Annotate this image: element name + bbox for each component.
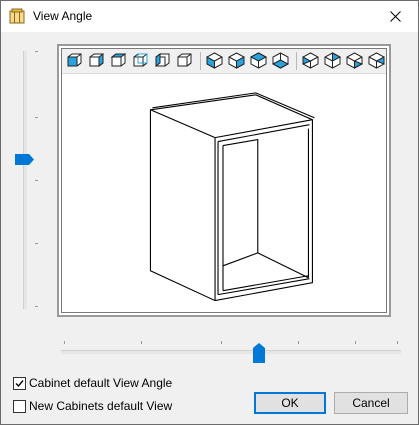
slider-tick	[397, 341, 398, 344]
checkmark-icon	[15, 379, 24, 387]
cabinet-preview	[57, 44, 391, 317]
view-right-icon[interactable]	[176, 52, 193, 69]
vertical-angle-slider[interactable]	[15, 39, 38, 319]
slider-tick	[141, 341, 142, 344]
close-button[interactable]	[373, 1, 418, 32]
slider-tick	[221, 341, 222, 344]
slider-tick	[355, 341, 356, 344]
cabinet-default-label: Cabinet default View Angle	[29, 376, 173, 390]
ok-button[interactable]: OK	[254, 392, 326, 414]
close-icon	[390, 11, 401, 22]
cabinet-default-checkbox[interactable]	[13, 376, 26, 390]
slider-tick	[298, 341, 299, 344]
slider-tick	[35, 117, 38, 118]
cabinet-default-option[interactable]: Cabinet default View Angle	[13, 375, 172, 391]
view-back-icon[interactable]	[132, 52, 149, 69]
view-left-icon[interactable]	[154, 52, 171, 69]
vertical-slider-thumb[interactable]	[15, 154, 35, 165]
slider-tick	[35, 306, 38, 307]
slider-tick	[35, 51, 38, 52]
new-cabinets-default-option[interactable]: New Cabinets default View	[13, 398, 172, 414]
slider-tick	[64, 341, 65, 344]
iso-view-8-icon[interactable]	[368, 52, 385, 69]
view-toolbar	[62, 49, 386, 74]
slider-tick	[35, 243, 38, 244]
toolbar-separator	[296, 52, 297, 70]
horizontal-slider-thumb[interactable]	[253, 343, 265, 363]
view-angle-dialog: View Angle Cabinet default View Angle Ne…	[0, 0, 419, 425]
iso-view-7-icon[interactable]	[346, 52, 363, 69]
title-bar: View Angle	[1, 1, 418, 32]
iso-view-1-icon[interactable]	[206, 52, 223, 69]
vertical-slider-track	[23, 51, 27, 309]
view-front-left-icon[interactable]	[88, 52, 105, 69]
view-front-right-icon[interactable]	[110, 52, 127, 69]
new-cabinets-default-checkbox[interactable]	[13, 399, 26, 413]
slider-tick	[35, 180, 38, 181]
iso-view-2-icon[interactable]	[228, 52, 245, 69]
cancel-button[interactable]: Cancel	[334, 392, 408, 414]
iso-view-5-icon[interactable]	[302, 52, 319, 69]
horizontal-slider-track	[61, 350, 401, 354]
iso-view-4-icon[interactable]	[272, 52, 289, 69]
new-cabinets-default-label: New Cabinets default View	[29, 399, 173, 413]
horizontal-angle-slider[interactable]	[61, 339, 401, 369]
cabinet-3d-drawing	[149, 92, 315, 302]
iso-view-3-icon[interactable]	[250, 52, 267, 69]
iso-view-6-icon[interactable]	[324, 52, 341, 69]
window-title: View Angle	[33, 9, 93, 23]
toolbar-separator	[200, 52, 201, 70]
view-front-icon[interactable]	[66, 52, 83, 69]
cabinet-app-icon	[9, 8, 25, 24]
preview-frame	[61, 48, 387, 313]
